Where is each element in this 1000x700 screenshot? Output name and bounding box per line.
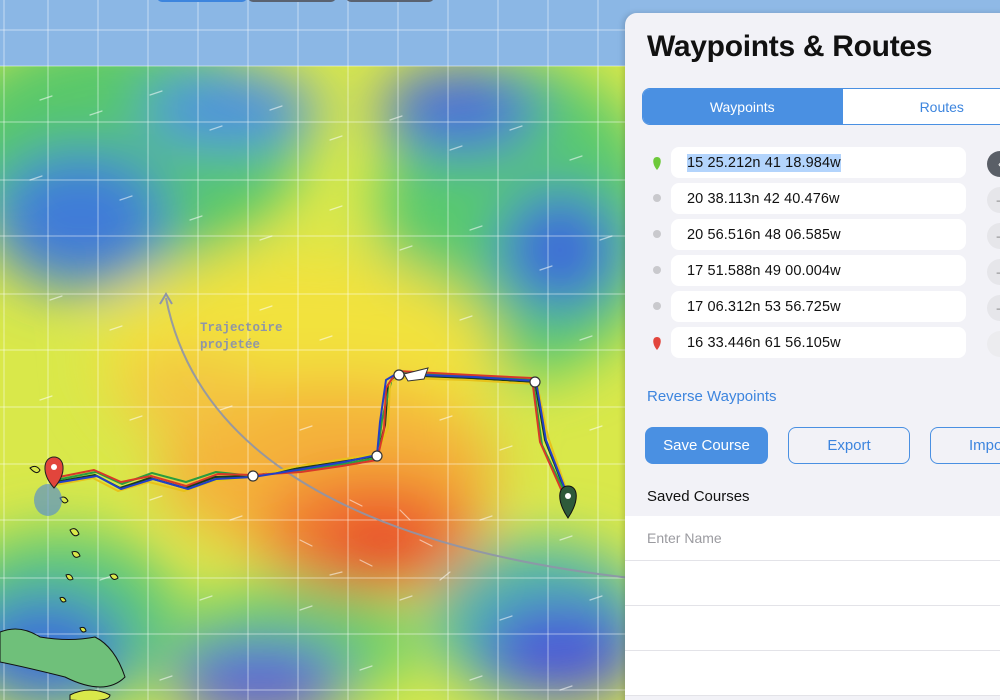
- waypoint-field[interactable]: 20 56.516n 48 06.585w: [671, 219, 966, 250]
- list-item[interactable]: [625, 651, 1000, 696]
- waypoint-row: 16 33.446n 61 56.105w: [647, 326, 1000, 362]
- panel-title: Waypoints & Routes: [647, 30, 933, 63]
- route-waypoint-node[interactable]: [529, 376, 541, 388]
- waypoint-action-button[interactable]: –: [987, 187, 1000, 213]
- waypoint-action-button[interactable]: –: [987, 259, 1000, 285]
- waypoint-row: 20 38.113n 42 40.476w –: [647, 182, 1000, 218]
- app-window: Trajectoire projetée Waypoints & Routes …: [0, 0, 1000, 700]
- green-pin-icon: [653, 157, 661, 170]
- waypoint-dot-icon: [653, 302, 661, 310]
- waypoints-panel: Waypoints & Routes Waypoints Routes 15 2…: [625, 13, 1000, 700]
- map-canvas[interactable]: Trajectoire projetée: [0, 0, 630, 700]
- waypoint-field[interactable]: 16 33.446n 61 56.105w: [671, 327, 966, 358]
- list-item[interactable]: [625, 606, 1000, 651]
- projected-trajectory-label: Trajectoire: [200, 321, 283, 335]
- course-name-input[interactable]: [647, 530, 947, 546]
- list-item[interactable]: [625, 561, 1000, 606]
- waypoint-row: 15 25.212n 41 18.984w ‹: [647, 146, 1000, 182]
- import-button[interactable]: Impo: [930, 427, 1000, 464]
- waypoint-coord: 16 33.446n 61 56.105w: [687, 334, 841, 351]
- waypoint-row: 17 51.588n 49 00.004w –: [647, 254, 1000, 290]
- route-waypoint-node[interactable]: [371, 450, 383, 462]
- reverse-waypoints-link[interactable]: Reverse Waypoints: [647, 388, 777, 405]
- waypoint-coord: 17 51.588n 49 00.004w: [687, 262, 841, 279]
- saved-courses-heading: Saved Courses: [647, 488, 750, 505]
- route-waypoint-node[interactable]: [393, 369, 405, 381]
- weather-map[interactable]: Trajectoire projetée: [0, 0, 630, 700]
- waypoint-coord: 20 38.113n 42 40.476w: [687, 190, 840, 207]
- tab-waypoints[interactable]: Waypoints: [643, 89, 842, 124]
- name-row: [625, 516, 1000, 561]
- waypoint-row: 17 06.312n 53 56.725w –: [647, 290, 1000, 326]
- segmented-control: Waypoints Routes: [642, 88, 1000, 125]
- waypoint-action-button[interactable]: ‹: [987, 151, 1000, 177]
- waypoint-action-button[interactable]: –: [987, 223, 1000, 249]
- projected-trajectory-label-2: projetée: [200, 338, 260, 352]
- red-pin-icon: [653, 337, 661, 350]
- waypoint-coord: 20 56.516n 48 06.585w: [687, 226, 841, 243]
- waypoint-action-button[interactable]: –: [987, 295, 1000, 321]
- waypoint-coord: 17 06.312n 53 56.725w: [687, 298, 841, 315]
- waypoint-list: 15 25.212n 41 18.984w ‹ 20 38.113n 42 40…: [647, 146, 1000, 362]
- map-toolbar-tab[interactable]: [157, 0, 247, 2]
- waypoint-row: 20 56.516n 48 06.585w –: [647, 218, 1000, 254]
- waypoint-dot-icon: [653, 230, 661, 238]
- saved-courses-list: [625, 516, 1000, 696]
- waypoint-field[interactable]: 20 38.113n 42 40.476w: [671, 183, 966, 214]
- save-course-button[interactable]: Save Course: [645, 427, 768, 464]
- tab-routes[interactable]: Routes: [841, 89, 1000, 124]
- waypoint-field[interactable]: 17 06.312n 53 56.725w: [671, 291, 966, 322]
- export-button[interactable]: Export: [788, 427, 910, 464]
- waypoint-field[interactable]: 17 51.588n 49 00.004w: [671, 255, 966, 286]
- waypoint-dot-icon: [653, 194, 661, 202]
- waypoint-coord: 15 25.212n 41 18.984w: [687, 153, 841, 172]
- map-toolbar-tab[interactable]: [248, 0, 336, 2]
- map-toolbar-tab[interactable]: [346, 0, 434, 2]
- route-waypoint-node[interactable]: [247, 470, 259, 482]
- waypoint-action-button[interactable]: [987, 331, 1000, 357]
- waypoint-field[interactable]: 15 25.212n 41 18.984w: [671, 147, 966, 178]
- waypoint-dot-icon: [653, 266, 661, 274]
